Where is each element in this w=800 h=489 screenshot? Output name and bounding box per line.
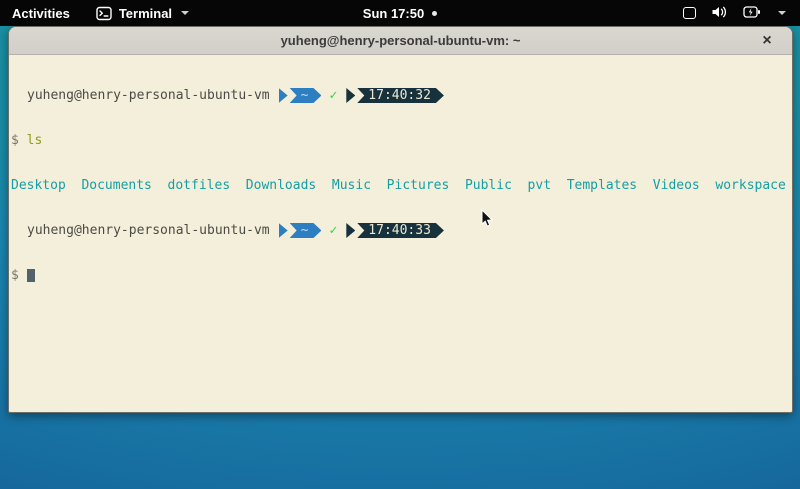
terminal-content[interactable]: yuheng@henry-personal-ubuntu-vm ~ ✓ 17:4… <box>9 55 792 412</box>
volume-icon <box>711 5 728 22</box>
activities-button[interactable]: Activities <box>12 6 70 21</box>
ls-output-line: Desktop Documents dotfiles Downloads Mus… <box>11 178 792 193</box>
typed-command: ls <box>27 133 43 148</box>
prompt-user-host: yuheng@henry-personal-ubuntu-vm <box>27 223 270 238</box>
prompt-line: yuheng@henry-personal-ubuntu-vm ~ ✓ 17:4… <box>11 223 792 238</box>
powerline-arrow-icon <box>346 223 355 238</box>
window-title: yuheng@henry-personal-ubuntu-vm: ~ <box>281 33 521 48</box>
window-titlebar[interactable]: yuheng@henry-personal-ubuntu-vm: ~ × <box>9 27 792 55</box>
screen-icon <box>683 7 696 19</box>
clock[interactable]: Sun 17:50 <box>363 6 424 21</box>
battery-charging-icon <box>743 6 761 21</box>
terminal-icon <box>96 6 112 21</box>
powerline-arrow-icon <box>279 88 288 103</box>
ls-output: Desktop Documents dotfiles Downloads Mus… <box>11 178 786 193</box>
chevron-down-icon <box>181 11 189 15</box>
status-check-icon: ✓ <box>329 223 337 238</box>
powerline-arrow-icon <box>279 223 288 238</box>
prompt-symbol: $ <box>11 133 19 148</box>
terminal-window: yuheng@henry-personal-ubuntu-vm: ~ × yuh… <box>8 26 793 413</box>
status-check-icon: ✓ <box>329 88 337 103</box>
prompt-path-segment: ~ <box>290 88 322 103</box>
system-tray[interactable] <box>683 0 800 26</box>
notification-dot <box>432 11 437 16</box>
chevron-down-icon <box>778 11 786 15</box>
prompt-time-segment: 17:40:33 <box>357 223 444 238</box>
top-bar: Activities Terminal Sun 17:50 <box>0 0 800 26</box>
command-line: $ ls <box>11 133 792 148</box>
prompt-path-segment: ~ <box>290 223 322 238</box>
prompt-time-segment: 17:40:32 <box>357 88 444 103</box>
prompt-user-host: yuheng@henry-personal-ubuntu-vm <box>27 88 270 103</box>
terminal-cursor <box>27 269 35 282</box>
app-menu-terminal[interactable]: Terminal <box>96 6 189 21</box>
powerline-arrow-icon <box>346 88 355 103</box>
prompt-symbol: $ <box>11 268 19 283</box>
current-input-line[interactable]: $ <box>11 268 792 283</box>
close-button[interactable]: × <box>756 27 778 55</box>
mouse-cursor <box>481 209 494 233</box>
prompt-line: yuheng@henry-personal-ubuntu-vm ~ ✓ 17:4… <box>11 88 792 103</box>
app-menu-label: Terminal <box>119 6 172 21</box>
